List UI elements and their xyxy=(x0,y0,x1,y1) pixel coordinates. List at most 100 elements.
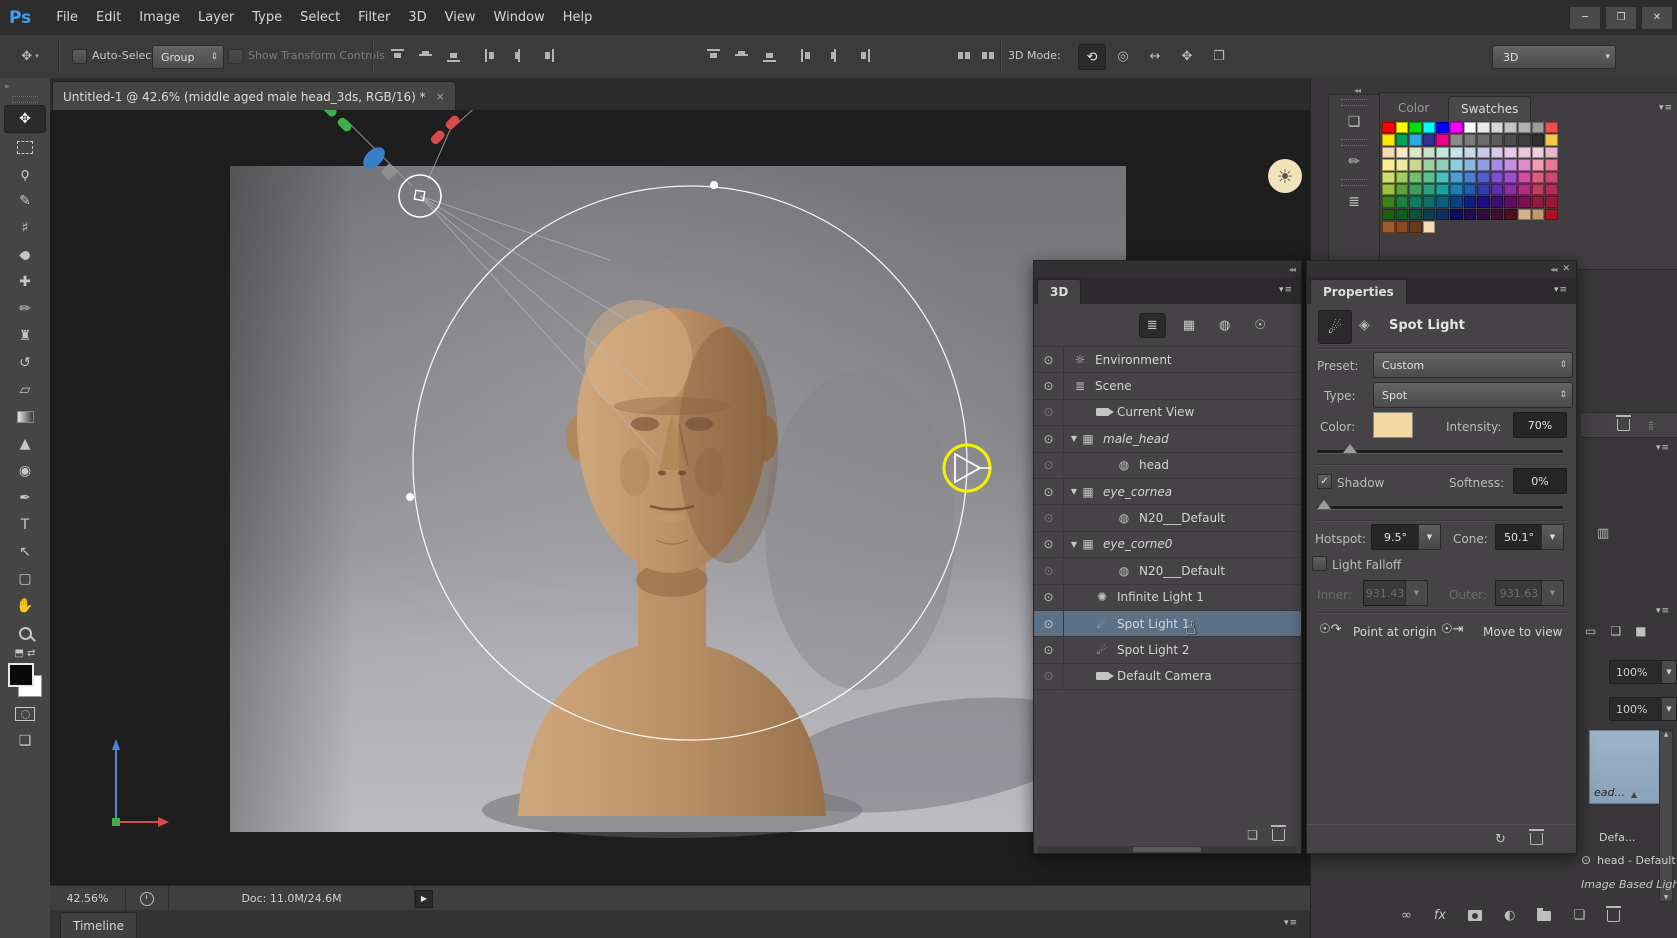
3d-row-n20-default[interactable]: ⊙◍N20___Default xyxy=(1034,558,1301,584)
swatch[interactable] xyxy=(1532,172,1545,183)
light-color-swatch[interactable] xyxy=(1373,412,1413,438)
point-at-origin-icon[interactable]: ☉↷ xyxy=(1319,622,1342,637)
swatch[interactable] xyxy=(1409,134,1422,145)
drag-3d-object-icon[interactable]: ↔ xyxy=(1142,44,1168,68)
swatch[interactable] xyxy=(1518,134,1531,145)
3d-row-spot-light-2[interactable]: ⊙☄Spot Light 2 xyxy=(1034,637,1301,663)
eye-icon[interactable]: ⊙ xyxy=(1034,453,1064,478)
swatch[interactable] xyxy=(1450,134,1463,145)
menu-image[interactable]: Image xyxy=(130,10,189,25)
menu-type[interactable]: Type xyxy=(243,10,291,25)
swatch[interactable] xyxy=(1436,147,1449,158)
swatch[interactable] xyxy=(1396,159,1409,170)
swatch[interactable] xyxy=(1545,134,1558,145)
swatch[interactable] xyxy=(1464,209,1477,220)
swatch[interactable] xyxy=(1464,134,1477,145)
3d-row-male-head[interactable]: ⊙▼▦male_head xyxy=(1034,426,1301,452)
swatch[interactable] xyxy=(1545,159,1558,170)
swatch[interactable] xyxy=(1409,196,1422,207)
swatch[interactable] xyxy=(1532,159,1545,170)
swatch[interactable] xyxy=(1382,196,1395,207)
preset-dropdown[interactable]: Custom⇕ xyxy=(1373,352,1573,378)
swatch[interactable] xyxy=(1477,147,1490,158)
swatch[interactable] xyxy=(1396,172,1409,183)
swatch[interactable] xyxy=(1464,147,1477,158)
history-panel-icon[interactable]: ❏ xyxy=(1339,109,1369,135)
brush-tool[interactable]: ✏ xyxy=(5,296,45,322)
eye-icon[interactable]: ⊙ xyxy=(1034,637,1064,662)
3d-row-current-view[interactable]: ⊙Current View xyxy=(1034,400,1301,426)
eye-icon[interactable]: ⊙ xyxy=(1034,532,1064,557)
swatch[interactable] xyxy=(1464,122,1477,133)
menu-file[interactable]: File xyxy=(47,10,87,25)
swatch[interactable] xyxy=(1491,172,1504,183)
swatch[interactable] xyxy=(1464,172,1477,183)
swatch[interactable] xyxy=(1382,134,1395,145)
filter-whole-scene-icon[interactable]: ≣ xyxy=(1139,313,1166,338)
swatch[interactable] xyxy=(1464,184,1477,195)
workspace-dropdown[interactable]: 3D▾ xyxy=(1492,45,1616,69)
infinite-light-widget[interactable]: ☀ xyxy=(1268,159,1302,193)
swatch[interactable] xyxy=(1504,196,1517,207)
panel-collapse-icon[interactable]: ◂◂ xyxy=(1550,265,1556,274)
swatch[interactable] xyxy=(1382,172,1395,183)
3d-row-eye-corne0[interactable]: ⊙▼▦eye_corne0 xyxy=(1034,532,1301,558)
adjustment-icon[interactable]: ◐ xyxy=(1504,908,1515,923)
timeline-menu-icon[interactable]: ▾≡ xyxy=(1284,918,1298,928)
minimize-button[interactable]: ─ xyxy=(1569,6,1601,30)
eye-icon[interactable]: ⊙ xyxy=(1034,505,1064,530)
texture-layer-row[interactable]: ⊙ head - Default Texture xyxy=(1581,853,1671,867)
swatch[interactable] xyxy=(1518,196,1531,207)
trash-icon[interactable] xyxy=(1607,910,1620,922)
rotate-3d-object-icon[interactable]: ⟲ xyxy=(1078,44,1106,70)
panel-close-icon[interactable]: ✕ xyxy=(1562,264,1570,274)
menu-select[interactable]: Select xyxy=(291,10,349,25)
menu-window[interactable]: Window xyxy=(485,10,554,25)
align-top-icon[interactable] xyxy=(390,48,405,63)
new-item-icon[interactable]: ❏ xyxy=(1247,828,1258,842)
fx-icon[interactable]: fx xyxy=(1434,908,1446,923)
intensity-field[interactable]: 70% xyxy=(1513,412,1567,438)
filter-lights-icon[interactable]: ☉ xyxy=(1247,314,1273,337)
3d-panel-menu-icon[interactable]: ▾≡ xyxy=(1279,285,1293,295)
panel-menu-icon[interactable]: ▾≡ xyxy=(1656,606,1670,616)
swatch[interactable] xyxy=(1491,209,1504,220)
softness-field[interactable]: 0% xyxy=(1513,468,1567,494)
scroll-up-icon[interactable]: ▲ xyxy=(1631,790,1637,799)
swatch[interactable] xyxy=(1477,172,1490,183)
opacity-dropdown[interactable]: 100%▼ xyxy=(1609,660,1677,684)
swatch[interactable] xyxy=(1464,196,1477,207)
swatch[interactable] xyxy=(1423,184,1436,195)
swatch[interactable] xyxy=(1450,196,1463,207)
clone-stamp-tool[interactable]: ♜ xyxy=(5,323,45,349)
mini-bridge-icon[interactable] xyxy=(126,886,169,911)
swatch[interactable] xyxy=(1477,209,1490,220)
delete-light-icon[interactable] xyxy=(1530,833,1543,845)
intensity-slider[interactable] xyxy=(1317,450,1563,454)
swatch[interactable] xyxy=(1423,221,1436,232)
type-dropdown[interactable]: Spot⇕ xyxy=(1373,382,1573,408)
swatch[interactable] xyxy=(1532,122,1545,133)
swatch[interactable] xyxy=(1450,159,1463,170)
blur-tool[interactable]: ▲ xyxy=(5,431,45,457)
swatch[interactable] xyxy=(1464,159,1477,170)
swatch[interactable] xyxy=(1545,172,1558,183)
swatch[interactable] xyxy=(1518,159,1531,170)
swatch[interactable] xyxy=(1382,184,1395,195)
filter-materials-icon[interactable]: ◍ xyxy=(1212,314,1237,337)
lock-all-icon[interactable]: ■ xyxy=(1635,624,1646,638)
hotspot-field[interactable]: 9.5° xyxy=(1371,524,1420,550)
swatch[interactable] xyxy=(1382,221,1395,232)
swatch[interactable] xyxy=(1450,147,1463,158)
eraser-tool[interactable]: ▱ xyxy=(5,377,45,403)
swatch[interactable] xyxy=(1382,209,1395,220)
swatch[interactable] xyxy=(1477,196,1490,207)
spot-heal-tool[interactable]: ✚ xyxy=(5,269,45,295)
swatch[interactable] xyxy=(1423,209,1436,220)
delete-icon[interactable] xyxy=(1272,829,1285,841)
eye-icon[interactable]: ⊙ xyxy=(1034,426,1064,451)
swatch[interactable] xyxy=(1409,159,1422,170)
quick-select-tool[interactable]: ✎ xyxy=(5,188,45,214)
hotspot-stepper[interactable]: ▼ xyxy=(1418,524,1441,550)
3d-row-spot-light-1[interactable]: ⊙☄Spot Light 1 xyxy=(1034,611,1301,637)
